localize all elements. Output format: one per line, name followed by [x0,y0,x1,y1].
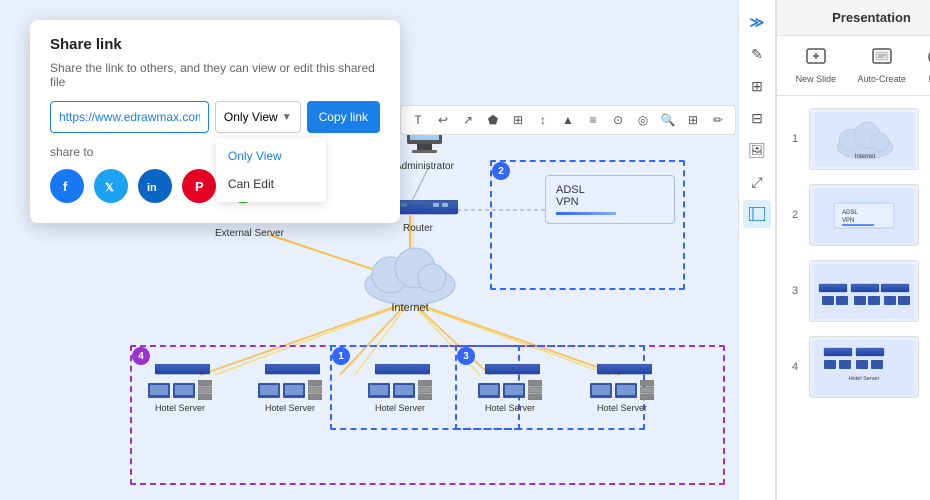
svg-text:f: f [63,179,68,194]
slide-thumb-3 [809,260,919,322]
slides-tool[interactable] [743,200,771,228]
slide-thumb-4: Hotel Server [809,336,919,398]
hotel-server-4: Hotel Server [478,380,542,413]
chevron-down-icon: ▼ [282,112,292,123]
ring-tool[interactable]: ◎ [632,109,654,131]
badge-1: 1 [332,347,350,365]
hotel-server-1: Hotel Server [148,380,212,413]
new-slide-icon [806,48,826,71]
modal-description: Share the link to others, and they can v… [50,61,380,89]
badge-3: 3 [457,347,475,365]
new-slide-btn[interactable]: New Slide [790,44,843,88]
shape-tool[interactable]: ⬟ [482,109,504,131]
corner-tool[interactable]: ↩ [432,109,454,131]
modal-title: Share link [50,36,380,53]
text-tool[interactable]: T [407,109,429,131]
internet-cloud: Internet [360,240,460,310]
hotel-server-2: Hotel Server [258,380,322,413]
shapes-tool[interactable]: ⊞ [743,72,771,100]
minus-tool[interactable]: ⊟ [743,104,771,132]
badge-2: 2 [492,162,510,180]
copy-link-button[interactable]: Copy link [307,101,380,133]
switch-4 [485,363,540,381]
option-only-view[interactable]: Only View [216,142,326,170]
hotel-server-3: Hotel Server [368,380,432,413]
linkedin-icon[interactable]: in [138,169,172,203]
side-toolbar: ≫ ✎ ⊞ ⊟ 🖼 ⤢ [738,0,776,500]
image-tool[interactable]: 🖼 [743,136,771,164]
slide-thumb-1: Internet [809,108,919,170]
svg-text:in: in [147,182,157,194]
switch-2 [265,363,320,381]
slides-panel: 1 Internet [777,96,930,500]
slide-item-3[interactable]: 3 [785,256,930,326]
twitter-icon[interactable]: 𝕏 [94,169,128,203]
triangle-tool[interactable]: ▲ [557,109,579,131]
arrow-tool[interactable]: ↗ [457,109,479,131]
pinterest-icon[interactable]: P [182,169,216,203]
svg-text:VPN: VPN [842,218,854,224]
play-btn[interactable]: Play [921,44,930,88]
slide-item-2[interactable]: 2 ADSL VPN [785,180,930,250]
adsl-vpn-box: ADSL VPN [545,175,675,224]
svg-text:Hotel Server: Hotel Server [849,376,880,382]
edit-tool[interactable]: ✏ [707,109,729,131]
canvas-toolbar: T ↩ ↗ ⬟ ⊞ ↕ ▲ ≡ ⊙ ◎ 🔍 ⊞ ✏ [400,105,736,135]
hotel-server-5: Hotel Server [590,380,654,413]
list-tool[interactable]: ≡ [582,109,604,131]
slide-thumb-2: ADSL VPN [809,184,919,246]
svg-text:ADSL: ADSL [842,210,858,216]
resize-tool[interactable]: ⤢ [743,168,771,196]
switch-5 [597,363,652,381]
switch-1 [155,363,210,381]
panel-header: Presentation [777,0,930,36]
svg-text:𝕏: 𝕏 [105,182,114,194]
permission-dropdown[interactable]: Only View ▼ Only View Can Edit [215,101,301,133]
permission-menu: Only View Can Edit [216,138,326,202]
slide-item-1[interactable]: 1 Internet [785,104,930,174]
right-panel: Presentation New Slide Aut [776,0,930,500]
grid-tool[interactable]: ⊞ [507,109,529,131]
pen-tool[interactable]: ✎ [743,40,771,68]
option-can-edit[interactable]: Can Edit [216,170,326,198]
circle-tool[interactable]: ⊙ [607,109,629,131]
align-tool[interactable]: ↕ [532,109,554,131]
svg-text:P: P [195,179,204,194]
link-row: Only View ▼ Only View Can Edit Copy link [50,101,380,133]
slide-item-4[interactable]: 4 [785,332,930,402]
badge-4: 4 [132,347,150,365]
facebook-icon[interactable]: f [50,169,84,203]
panel-toolbar: New Slide Auto-Create Play [777,36,930,96]
share-link-modal: Share link Share the link to others, and… [30,20,400,223]
switch-3 [375,363,430,381]
svg-text:Internet: Internet [855,154,876,160]
link-input[interactable] [50,101,209,133]
auto-create-icon [872,48,892,71]
table-tool[interactable]: ⊞ [682,109,704,131]
zoom-tool[interactable]: 🔍 [657,109,679,131]
expand-btn[interactable]: ≫ [743,8,771,36]
auto-create-btn[interactable]: Auto-Create [852,44,913,88]
